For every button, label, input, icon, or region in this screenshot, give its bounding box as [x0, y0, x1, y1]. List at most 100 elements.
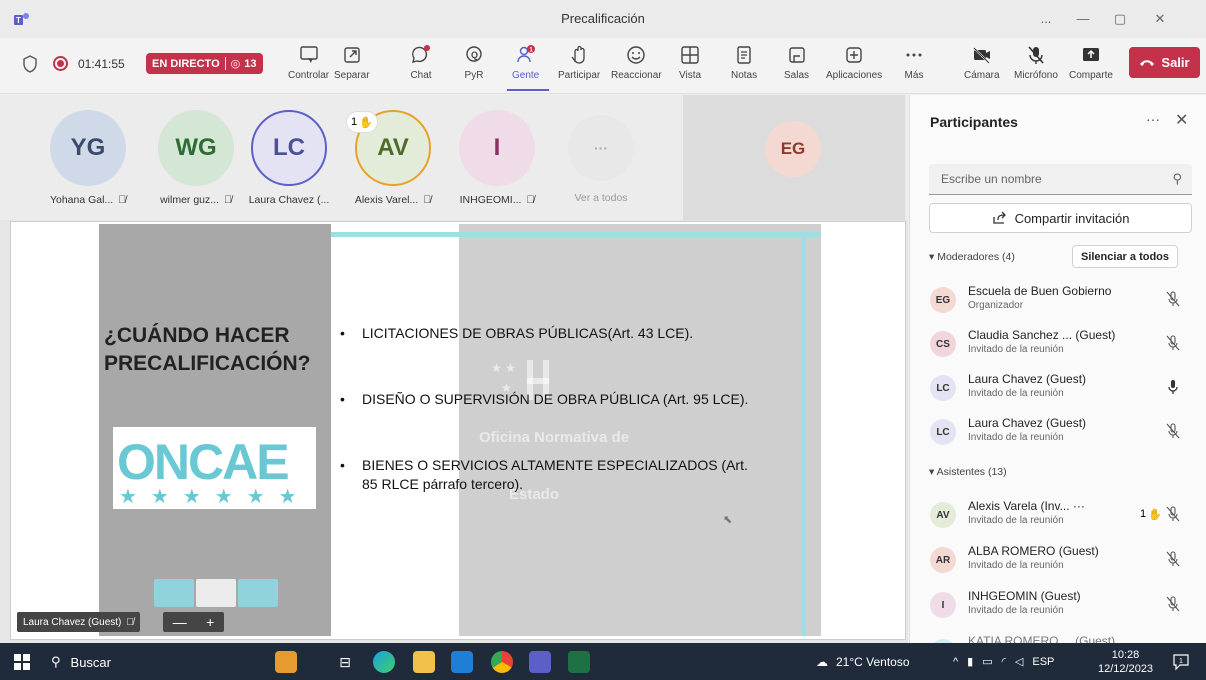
- close-window-button[interactable]: ✕: [1149, 8, 1171, 30]
- mic-muted-icon: [1166, 335, 1180, 351]
- tile-name: Yohana Gal...: [49, 194, 114, 206]
- share-invite-button[interactable]: Compartir invitación: [929, 203, 1192, 233]
- vista-button[interactable]: Vista: [679, 44, 701, 81]
- minimize-button[interactable]: —: [1072, 8, 1094, 30]
- task-view-icon[interactable]: ⊟: [334, 651, 356, 673]
- leave-button[interactable]: Salir: [1129, 47, 1200, 78]
- tile-name: Alexis Varel...: [354, 194, 419, 206]
- share-invite-label: Compartir invitación: [1014, 210, 1130, 226]
- salas-button[interactable]: Salas: [784, 44, 809, 81]
- tile-name: INHGEOMI...: [459, 194, 522, 206]
- windows-start-button[interactable]: [14, 654, 30, 670]
- gallery-tile[interactable]: LC Laura Chavez (...: [234, 110, 344, 206]
- more-participants-icon: ···: [568, 115, 634, 181]
- participant-role: Invitado de la reunión: [968, 605, 1064, 616]
- mic-muted-icon: [1166, 423, 1180, 439]
- teams-taskbar-icon[interactable]: [529, 651, 551, 673]
- reaccionar-button[interactable]: Reaccionar: [611, 44, 662, 81]
- comparte-button[interactable]: Comparte: [1069, 44, 1113, 81]
- window-more-button[interactable]: ...: [1035, 8, 1057, 30]
- pyr-button[interactable]: Q PyR: [463, 44, 485, 81]
- moderators-section-header[interactable]: ▾ Moderadores (4): [929, 251, 1015, 263]
- participant-row[interactable]: LC Laura Chavez (Guest) Invitado de la r…: [930, 369, 1192, 409]
- qa-icon: Q: [466, 46, 482, 62]
- slide-accent-line: [331, 232, 821, 237]
- tray-app-icon[interactable]: ▮: [967, 655, 973, 668]
- participant-row[interactable]: EG Escuela de Buen Gobierno Organizador: [930, 281, 1192, 321]
- edge-browser-icon[interactable]: [373, 651, 395, 673]
- avatar: I: [930, 592, 956, 618]
- avatar: LC: [930, 419, 956, 445]
- avatar: LC: [930, 375, 956, 401]
- participant-row[interactable]: LC Laura Chavez (Guest) Invitado de la r…: [930, 413, 1192, 453]
- maximize-button[interactable]: ▢: [1109, 8, 1131, 30]
- notas-button[interactable]: Notas: [731, 44, 757, 81]
- search-icon: ⚲: [1172, 171, 1182, 186]
- camara-button[interactable]: Cámara: [964, 44, 1000, 81]
- avatar: YG: [50, 110, 126, 186]
- participant-role: Organizador: [968, 300, 1024, 311]
- file-explorer-icon[interactable]: [413, 651, 435, 673]
- taskbar-search[interactable]: ⚲ Buscar: [51, 654, 111, 670]
- participant-row[interactable]: AV Alexis Varela (Inv... ··· Invitado de…: [930, 496, 1192, 536]
- participant-name: Claudia Sanchez ... (Guest): [968, 328, 1116, 342]
- search-icon: ⚲: [51, 654, 61, 669]
- people-icon: 1: [516, 45, 535, 63]
- participant-row[interactable]: CS Claudia Sanchez ... (Guest) Invitado …: [930, 325, 1192, 365]
- panel-more-button[interactable]: ···: [1146, 111, 1160, 127]
- excel-icon[interactable]: [568, 651, 590, 673]
- tray-expand-icon[interactable]: ^: [953, 656, 958, 668]
- featured-tile[interactable]: EG: [683, 95, 905, 220]
- participant-gallery: YG Yohana Gal... 🎙̸ WG wilmer guz... 🎙̸ LC…: [0, 95, 908, 220]
- footer-logo: [154, 579, 194, 607]
- slide-bullet: • LICITACIONES DE OBRAS PÚBLICAS(Art. 43 …: [340, 325, 694, 341]
- chat-button[interactable]: Chat: [410, 44, 432, 81]
- avatar: CS: [930, 331, 956, 357]
- see-all-tile[interactable]: ··· Ver a todos: [546, 110, 656, 204]
- taskbar-app-icon[interactable]: [275, 651, 297, 673]
- participant-row[interactable]: I INHGEOMIN (Guest) Invitado de la reuni…: [930, 586, 1192, 626]
- gallery-tile[interactable]: YG Yohana Gal... 🎙̸: [33, 110, 143, 206]
- weather-wind-icon: ☁: [816, 655, 828, 669]
- viewers-icon: ◎: [230, 58, 241, 70]
- zoom-controls: — +: [163, 612, 224, 632]
- battery-icon[interactable]: ▭: [982, 655, 992, 668]
- mic-muted-icon: 🎙̸: [118, 194, 127, 206]
- mute-all-button[interactable]: Silenciar a todos: [1072, 245, 1178, 268]
- shield-icon[interactable]: [22, 55, 38, 73]
- taskbar-weather[interactable]: ☁ 21°C Ventoso: [816, 655, 910, 669]
- language-indicator[interactable]: ESP: [1032, 656, 1054, 668]
- separar-button[interactable]: Separar: [334, 44, 370, 81]
- mic-muted-icon: [1166, 551, 1180, 567]
- svg-text:Q: Q: [471, 50, 478, 60]
- participant-role: Invitado de la reunión: [968, 432, 1064, 443]
- zoom-out-button[interactable]: —: [173, 614, 187, 630]
- live-badge[interactable]: EN DIRECTO ◎ 13: [146, 53, 263, 74]
- tile-name: Laura Chavez (...: [248, 194, 330, 206]
- gallery-tile[interactable]: I INHGEOMI... 🎙̸: [442, 110, 552, 206]
- gente-button[interactable]: 1 Gente: [512, 44, 539, 81]
- taskbar-clock[interactable]: 10:28 12/12/2023: [1098, 648, 1153, 676]
- zoom-in-button[interactable]: +: [206, 614, 214, 630]
- wifi-icon[interactable]: ◜: [1002, 655, 1006, 668]
- slide-footer-logos: [154, 579, 278, 607]
- aplicaciones-button[interactable]: Aplicaciones: [826, 44, 882, 81]
- mail-icon[interactable]: [451, 651, 473, 673]
- participant-row[interactable]: AR ALBA ROMERO (Guest) Invitado de la re…: [930, 541, 1192, 581]
- chrome-icon[interactable]: [491, 651, 513, 673]
- panel-close-button[interactable]: ✕: [1175, 110, 1188, 130]
- mas-button[interactable]: Más: [903, 44, 925, 81]
- volume-icon[interactable]: ◁: [1015, 655, 1023, 668]
- controlar-button[interactable]: Controlar: [288, 44, 329, 81]
- attendees-section-header[interactable]: ▾ Asistentes (13): [929, 466, 1007, 478]
- microfono-button[interactable]: Micrófono: [1014, 44, 1058, 81]
- participant-row[interactable]: KATIA ROMERO ... (Guest): [930, 633, 1192, 643]
- participant-role: Invitado de la reunión: [968, 388, 1064, 399]
- participant-search-input[interactable]: Escribe un nombre ⚲: [929, 164, 1192, 195]
- mic-on-icon: [1168, 380, 1178, 394]
- notification-icon[interactable]: 1: [1172, 653, 1190, 671]
- share-screen-icon: [1082, 48, 1099, 61]
- slide-bullet-continuation: 85 RLCE párrafo tercero).: [362, 476, 524, 492]
- participar-button[interactable]: Participar: [558, 44, 600, 81]
- raised-hand-icon: ✋: [1148, 508, 1162, 521]
